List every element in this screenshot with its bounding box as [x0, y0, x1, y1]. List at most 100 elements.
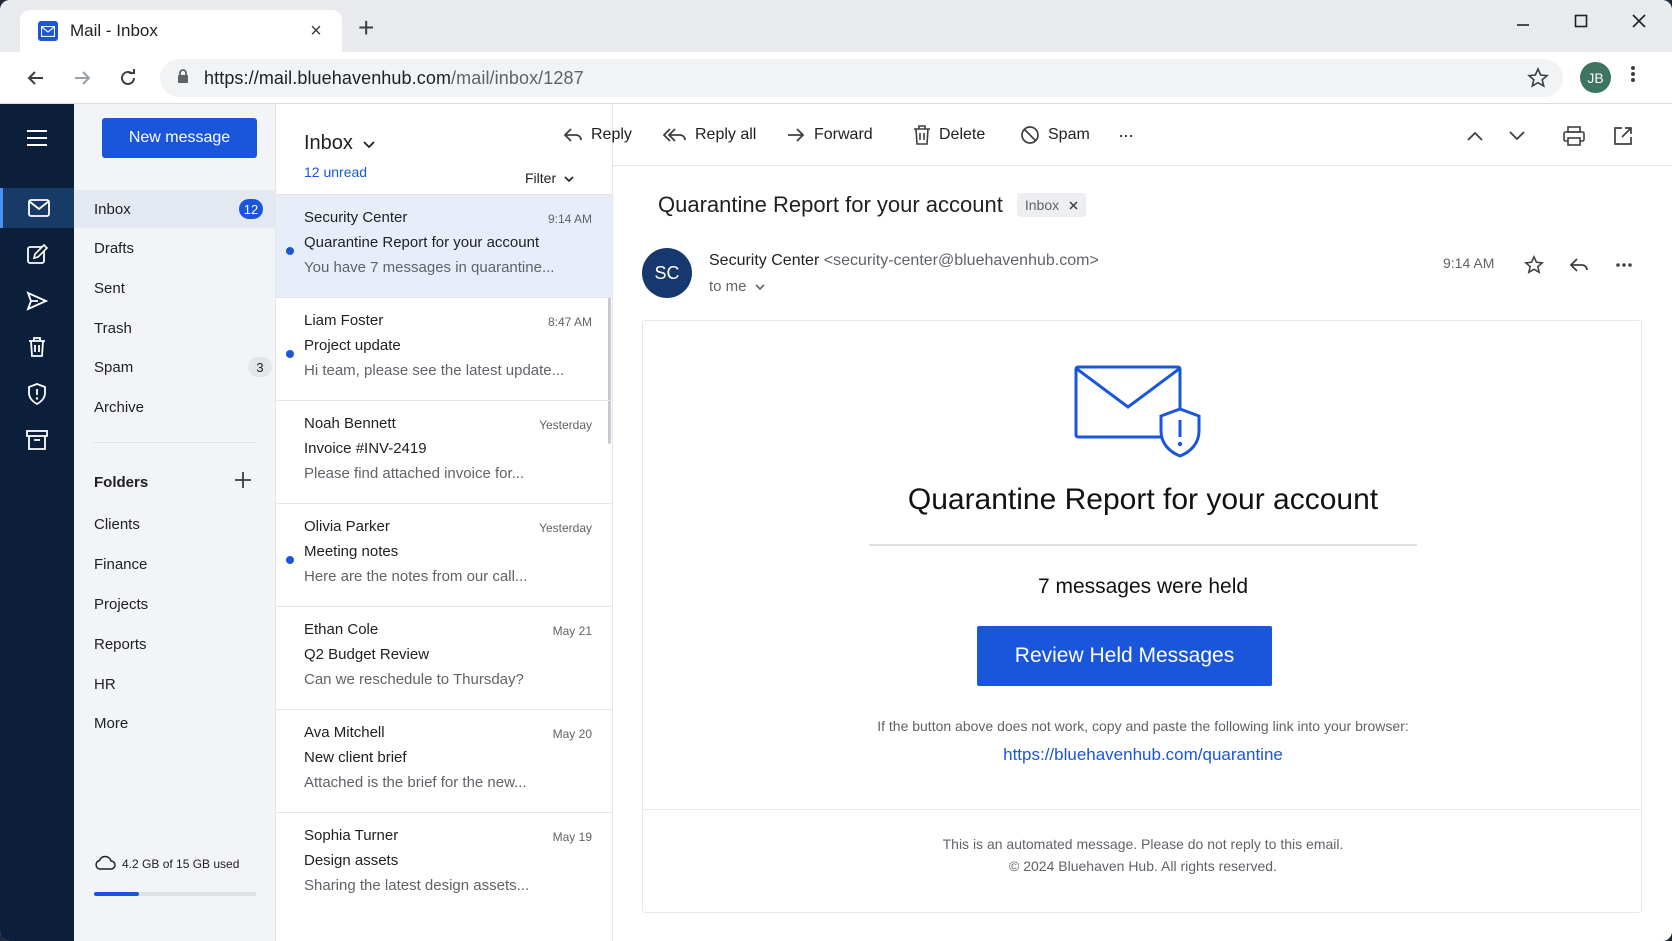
- cloud-icon: [94, 854, 116, 873]
- trash-rail-icon[interactable]: [0, 327, 74, 367]
- message-sender: Security Center: [304, 209, 408, 226]
- add-folder-icon[interactable]: [234, 468, 252, 496]
- message-more-icon[interactable]: [1611, 252, 1637, 278]
- inbox-count-badge: 12: [239, 199, 263, 219]
- reply-all-button[interactable]: Reply all: [663, 122, 756, 148]
- inbox-dropdown[interactable]: Inbox: [304, 132, 375, 155]
- message-subject: Meeting notes: [304, 543, 399, 560]
- reply-button[interactable]: Reply: [563, 122, 632, 148]
- reload-icon[interactable]: [114, 64, 142, 92]
- more-actions-button[interactable]: ···: [1118, 122, 1134, 148]
- maximize-icon[interactable]: [1566, 12, 1596, 35]
- hamburger-menu-icon[interactable]: [0, 118, 74, 158]
- tab-close-icon[interactable]: ×: [304, 20, 328, 43]
- message-sender: Ava Mitchell: [304, 724, 385, 741]
- folder-projects[interactable]: Projects: [94, 585, 264, 623]
- sender-line: Security Center <security-center@bluehav…: [709, 252, 1099, 270]
- recipients-toggle[interactable]: to me: [709, 278, 765, 295]
- archive-rail-icon[interactable]: [0, 420, 74, 460]
- message-preview: You have 7 messages in quarantine...: [304, 259, 555, 276]
- envelope-shield-icon: [1068, 361, 1208, 466]
- sender-name[interactable]: Security Center: [709, 252, 819, 269]
- message-time: Yesterday: [539, 418, 592, 432]
- forward-nav-icon[interactable]: [68, 64, 96, 92]
- forward-button[interactable]: Forward: [786, 122, 873, 148]
- message-sender: Sophia Turner: [304, 827, 399, 844]
- bookmark-star-icon[interactable]: [1527, 67, 1549, 94]
- chevron-down-icon: [754, 278, 765, 295]
- message-subject: Project update: [304, 337, 401, 354]
- mail-rail-icon[interactable]: [0, 188, 74, 228]
- folder-pane: New message Inbox 12 Drafts Sent Trash S…: [74, 104, 276, 941]
- message-row[interactable]: Ava Mitchell May 20 New client brief Attach…: [276, 709, 612, 812]
- message-subject: Invoice #INV-2419: [304, 440, 427, 457]
- delete-button[interactable]: Delete: [913, 122, 985, 148]
- folder-item-drafts[interactable]: Drafts: [94, 229, 264, 267]
- unread-dot-icon: [286, 350, 294, 358]
- browser-tab[interactable]: Mail - Inbox ×: [20, 10, 342, 52]
- folder-hr[interactable]: HR: [94, 665, 264, 703]
- remove-label-icon[interactable]: [1069, 197, 1078, 213]
- spam-button[interactable]: Spam: [1020, 122, 1090, 148]
- print-icon[interactable]: [1562, 124, 1586, 148]
- message-row[interactable]: Security Center 9:14 AM Quarantine Report …: [276, 194, 612, 297]
- delete-label: Delete: [939, 126, 986, 143]
- message-preview: Here are the notes from our call...: [304, 568, 528, 585]
- minimize-icon[interactable]: [1508, 12, 1538, 35]
- email-subject: Quarantine Report for your account Inbox: [658, 192, 1087, 218]
- message-row[interactable]: Liam Foster 8:47 AM Project update Hi team,…: [276, 297, 612, 400]
- folder-finance[interactable]: Finance: [94, 545, 264, 583]
- recipient-label: to me: [709, 278, 747, 295]
- folder-item-label: Archive: [94, 398, 145, 416]
- folder-item-inbox[interactable]: Inbox 12: [74, 190, 275, 228]
- profile-avatar[interactable]: JB: [1580, 62, 1611, 93]
- unread-dot-icon: [286, 556, 294, 564]
- send-rail-icon[interactable]: [0, 281, 74, 321]
- folder-item-spam[interactable]: Spam 3: [94, 348, 272, 386]
- url-text: https://mail.bluehavenhub.com/mail/inbox…: [204, 68, 584, 89]
- tab-title: Mail - Inbox: [70, 21, 158, 40]
- folder-reports[interactable]: Reports: [94, 625, 264, 663]
- review-held-messages-button[interactable]: Review Held Messages: [977, 626, 1272, 686]
- unread-count[interactable]: 12 unread: [304, 164, 367, 180]
- filter-dropdown[interactable]: Filter: [525, 170, 574, 186]
- unread-dot-icon: [286, 247, 294, 255]
- folder-clients[interactable]: Clients: [94, 505, 264, 543]
- address-bar[interactable]: https://mail.bluehavenhub.com/mail/inbox…: [160, 59, 1563, 97]
- storage-bar: [94, 892, 256, 896]
- message-time: May 21: [552, 624, 592, 638]
- tab-bar: Mail - Inbox × +: [0, 0, 1672, 52]
- folder-more[interactable]: More: [94, 704, 264, 742]
- star-icon[interactable]: [1521, 252, 1547, 278]
- message-list: Inbox 12 unread Filter Security Center 9:…: [276, 104, 613, 941]
- folder-item-trash[interactable]: Trash: [94, 309, 264, 347]
- back-icon[interactable]: [22, 64, 50, 92]
- message-sender: Ethan Cole: [304, 621, 379, 638]
- browser-menu-icon[interactable]: [1630, 64, 1636, 90]
- message-preview: Please find attached invoice for...: [304, 465, 525, 482]
- folder-divider: [94, 442, 256, 443]
- storage-indicator: 4.2 GB of 15 GB used: [94, 854, 239, 873]
- message-time: May 19: [552, 830, 592, 844]
- folder-item-label: Sent: [94, 279, 125, 297]
- compose-rail-icon[interactable]: [0, 235, 74, 275]
- chevron-down-icon[interactable]: [1505, 124, 1529, 148]
- message-row[interactable]: Noah Bennett Yesterday Invoice #INV-2419 Pl…: [276, 400, 612, 503]
- new-message-button[interactable]: New message: [102, 118, 257, 158]
- message-row[interactable]: Sophia Turner May 19 Design assets Sharing …: [276, 812, 612, 915]
- folder-item-sent[interactable]: Sent: [94, 269, 264, 307]
- pop-out-icon[interactable]: [1611, 124, 1635, 148]
- fallback-link[interactable]: https://bluehavenhub.com/quarantine: [643, 745, 1643, 765]
- filter-label: Filter: [525, 170, 557, 186]
- message-row[interactable]: Ethan Cole May 21 Q2 Budget Review Can we r…: [276, 606, 612, 709]
- new-tab-button[interactable]: +: [358, 14, 374, 42]
- reply-icon[interactable]: [1566, 252, 1592, 278]
- chevron-up-icon[interactable]: [1463, 124, 1487, 148]
- footer-divider: [643, 809, 1641, 810]
- folder-item-archive[interactable]: Archive: [94, 388, 264, 426]
- sender-address: <security-center@bluehavenhub.com>: [823, 252, 1099, 269]
- message-time: Yesterday: [539, 521, 592, 535]
- shield-rail-icon[interactable]: [0, 374, 74, 414]
- message-row[interactable]: Olivia Parker Yesterday Meeting notes Here …: [276, 503, 612, 606]
- window-close-icon[interactable]: [1624, 12, 1654, 35]
